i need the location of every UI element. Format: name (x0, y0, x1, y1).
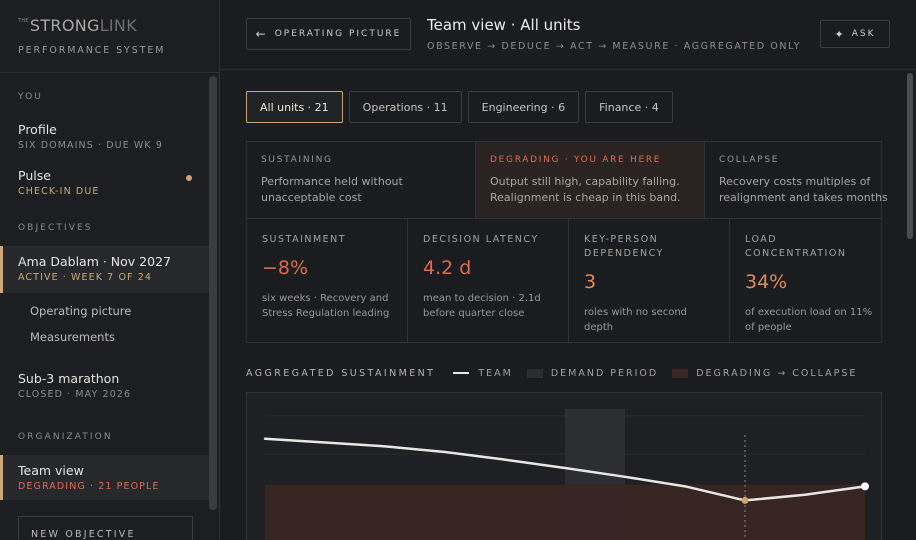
unit-tabs: All units · 21 Operations · 11 Engineeri… (246, 91, 673, 123)
sidebar-item-label: Profile (18, 122, 57, 137)
sidebar-item-label: Ama Dablam · Nov 2027 (18, 254, 171, 269)
sidebar-item-status: CHECK-IN DUE (18, 186, 100, 197)
brand-strong: STRONG (29, 16, 100, 35)
metric-description: roles with no second depth (584, 307, 688, 333)
sidebar-item-status: DEGRADING · 21 PEOPLE (18, 481, 160, 492)
sidebar-item-sub-3-marathon[interactable]: Sub-3 marathon CLOSED · MAY 2026 (0, 371, 210, 400)
section-title-objectives: OBJECTIVES (18, 223, 93, 233)
chart-point-current (741, 496, 749, 504)
metric-decision-latency: DECISION LATENCY 4.2 d mean to decision … (408, 219, 569, 342)
zone-label: DEGRADING · YOU ARE HERE (490, 155, 662, 165)
divider (0, 72, 219, 73)
zone-description: Output still high, capability falling. R… (490, 175, 681, 204)
sparkle-icon: ✦ (834, 27, 844, 41)
sidebar-item-status: ACTIVE · WEEK 7 OF 24 (18, 272, 152, 283)
sidebar-scrollbar[interactable] (209, 76, 217, 510)
back-button-label: OPERATING PICTURE (274, 29, 402, 39)
new-objective-button[interactable]: NEW OBJECTIVE (18, 516, 193, 540)
ask-button-label: ASK (851, 29, 876, 39)
sustainment-chart (246, 392, 882, 540)
tab-operations[interactable]: Operations · 11 (348, 91, 462, 123)
notification-dot (186, 175, 192, 181)
metric-label: DECISION LATENCY (423, 234, 539, 245)
chart-title: AGGREGATED SUSTAINMENT (246, 367, 436, 379)
sidebar-item-profile[interactable]: Profile SIX DOMAINS · DUE WK 9 (0, 122, 210, 151)
metric-value: 4.2 d (423, 257, 472, 279)
metric-value: −8% (262, 257, 309, 279)
zone-description: Performance held without unacceptable co… (261, 175, 403, 204)
metric-label: KEY-PERSON DEPENDENCY (584, 234, 664, 259)
operating-picture-back-button[interactable]: ← OPERATING PICTURE (246, 18, 411, 50)
zone-label: COLLAPSE (719, 155, 780, 165)
sidebar-sublink-measurements[interactable]: Measurements (30, 330, 115, 344)
chart-band-degrading-collapse (265, 484, 865, 540)
page-title: Team view · All units (427, 16, 581, 34)
sidebar-item-label: Team view (18, 463, 84, 478)
state-zones: SUSTAINING Performance held without unac… (246, 141, 888, 219)
sidebar: THE STRONG LINK PERFORMANCE SYSTEM YOU P… (0, 0, 220, 540)
metric-sustainment: SUSTAINMENT −8% six weeks · Recovery and… (247, 219, 408, 342)
tab-finance[interactable]: Finance · 4 (585, 91, 673, 123)
section-title-organization: ORGANIZATION (18, 432, 113, 442)
legend-collapse-label: DEGRADING → COLLAPSE (696, 367, 858, 379)
zone-collapse: COLLAPSE Recovery costs multiples of rea… (705, 142, 916, 218)
legend-team-label: TEAM (478, 367, 513, 379)
sidebar-item-ama-dablam[interactable]: Ama Dablam · Nov 2027 ACTIVE · WEEK 7 OF… (0, 246, 210, 293)
metric-value: 3 (584, 271, 597, 293)
ask-button[interactable]: ✦ ASK (820, 20, 890, 48)
chart-header: AGGREGATED SUSTAINMENT TEAM DEMAND PERIO… (246, 365, 886, 381)
brand-link: LINK (99, 16, 137, 35)
sustainment-chart-svg (263, 409, 869, 540)
metric-cards: SUSTAINMENT −8% six weeks · Recovery and… (246, 218, 882, 343)
main-content: All units · 21 Operations · 11 Engineeri… (221, 71, 916, 540)
legend-demand-swatch (526, 368, 543, 378)
sidebar-item-pulse[interactable]: Pulse CHECK-IN DUE (0, 168, 210, 197)
metric-value: 34% (745, 271, 788, 293)
metric-description: of execution load on 11% of people (745, 307, 873, 333)
sidebar-item-team-view[interactable]: Team view DEGRADING · 21 PEOPLE (0, 455, 210, 500)
sidebar-item-status: CLOSED · MAY 2026 (18, 389, 132, 400)
zone-degrading: DEGRADING · YOU ARE HERE Output still hi… (476, 142, 705, 218)
zone-sustaining: SUSTAINING Performance held without unac… (247, 142, 476, 218)
brand-logo[interactable]: THE STRONG LINK PERFORMANCE SYSTEM (18, 16, 165, 72)
sidebar-item-status: SIX DOMAINS · DUE WK 9 (18, 140, 164, 151)
sidebar-sublink-operating-picture[interactable]: Operating picture (30, 304, 131, 318)
header: ← OPERATING PICTURE Team view · All unit… (221, 0, 916, 70)
metric-description: six weeks · Recovery and Stress Regulati… (262, 293, 390, 319)
metric-key-person-dependency: KEY-PERSON DEPENDENCY 3 roles with no se… (569, 219, 730, 342)
zone-description: Recovery costs multiples of realignment … (719, 175, 888, 204)
tab-all-units[interactable]: All units · 21 (246, 91, 343, 123)
section-title-you: YOU (18, 92, 43, 102)
metric-label: LOAD CONCENTRATION (745, 234, 847, 259)
legend-collapse-swatch (672, 368, 689, 378)
legend-team-swatch (453, 372, 470, 374)
brand-the: THE (18, 18, 29, 24)
arrow-left-icon: ← (255, 27, 266, 41)
metric-label: SUSTAINMENT (262, 234, 347, 245)
metric-load-concentration: LOAD CONCENTRATION 34% of execution load… (730, 219, 890, 342)
brand-subtitle: PERFORMANCE SYSTEM (18, 45, 166, 56)
zone-label: SUSTAINING (261, 155, 333, 165)
brand-wordmark: THE STRONG LINK (18, 16, 165, 35)
sidebar-item-label: Pulse (18, 168, 51, 183)
tab-engineering[interactable]: Engineering · 6 (467, 91, 580, 123)
chart-point-latest (861, 482, 869, 491)
sidebar-item-label: Sub-3 marathon (18, 371, 120, 386)
legend-demand-label: DEMAND PERIOD (550, 367, 659, 379)
metric-description: mean to decision · 2.1d before quarter c… (423, 293, 541, 319)
page-subtitle: OBSERVE → DEDUCE → ACT → MEASURE · AGGRE… (427, 41, 802, 52)
